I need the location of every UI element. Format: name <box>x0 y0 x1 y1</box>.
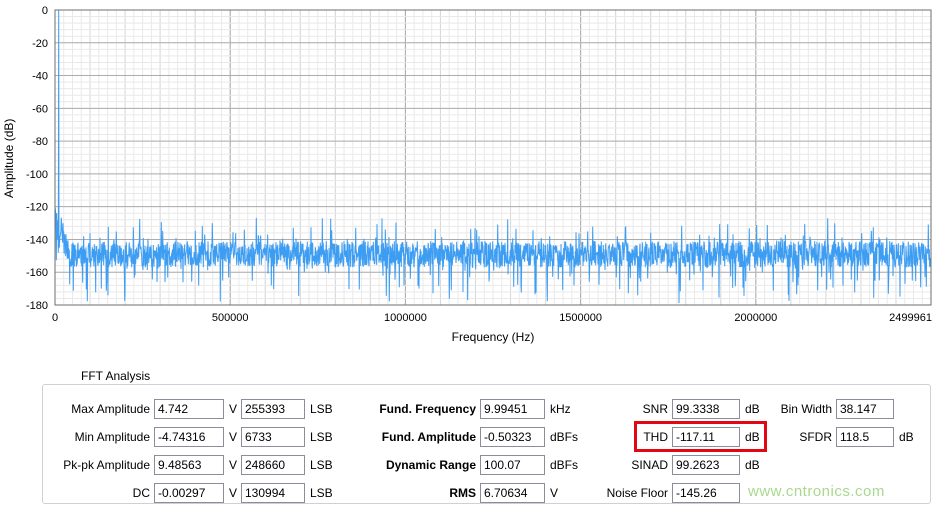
max-amplitude-lsb-field[interactable]: 255393 <box>241 399 305 419</box>
sfdr-unit: dB <box>899 430 914 444</box>
sinad-field[interactable]: 99.2623 <box>672 455 740 475</box>
min-amplitude-v-field[interactable]: -4.74316 <box>154 427 224 447</box>
noise-floor-field[interactable]: -145.26 <box>672 483 740 503</box>
bin-width-label: Bin Width <box>780 402 832 416</box>
sfdr-label: SFDR <box>799 430 832 444</box>
noise-floor-label: Noise Floor <box>606 486 668 500</box>
y-tick-label: -40 <box>32 71 48 83</box>
y-tick-label: -120 <box>26 202 48 214</box>
snr-label: SNR <box>642 402 668 416</box>
y-tick-label: -100 <box>26 169 48 181</box>
sinad-label: SINAD <box>631 458 668 472</box>
fft-analysis-title: FFT Analysis <box>76 369 156 383</box>
y-tick-label: -140 <box>26 234 48 246</box>
snr-field[interactable]: 99.3338 <box>672 399 740 419</box>
y-tick-label: 0 <box>42 5 48 17</box>
fft-analyzer-window: Amplitude (dB) 0 -20 -40 -60 -80 -100 -120 -140… <box>0 0 933 507</box>
pkpk-amplitude-v-unit: V <box>229 458 238 472</box>
x-tick-label: 2000000 <box>734 312 777 324</box>
sfdr-field[interactable]: 118.5 <box>836 427 894 447</box>
dc-lsb-field[interactable]: 130994 <box>241 483 305 503</box>
dynamic-range-label: Dynamic Range <box>385 458 476 472</box>
y-tick-label: -60 <box>32 103 48 115</box>
min-amplitude-label: Min Amplitude <box>74 430 150 444</box>
fund-frequency-field[interactable]: 9.99451 <box>480 399 545 419</box>
dc-v-field[interactable]: -0.00297 <box>154 483 224 503</box>
x-tick-label: 1500000 <box>559 312 602 324</box>
dynamic-range-field[interactable]: 100.07 <box>480 455 545 475</box>
max-amplitude-v-unit: V <box>229 402 238 416</box>
thd-label: THD <box>643 430 668 444</box>
x-tick-label: 2499961 <box>889 312 932 324</box>
max-amplitude-label: Max Amplitude <box>71 402 150 416</box>
y-tick-label: -20 <box>32 38 48 50</box>
max-amplitude-v-field[interactable]: 4.742 <box>154 399 224 419</box>
fund-amplitude-field[interactable]: -0.50323 <box>480 427 545 447</box>
thd-field[interactable]: -117.11 <box>672 427 740 447</box>
x-tick-label: 500000 <box>212 312 249 324</box>
watermark: www.cntronics.com <box>748 483 885 500</box>
x-axis-title: Frequency (Hz) <box>451 330 535 344</box>
fft-spectrum-chart: 0 -20 -40 -60 -80 -100 -120 -140 -160 -180 0 500000… <box>26 5 932 324</box>
sinad-unit: dB <box>745 458 760 472</box>
dc-v-unit: V <box>229 486 238 500</box>
bin-width-field[interactable]: 38.147 <box>836 399 894 419</box>
fund-frequency-label: Fund. Frequency <box>379 402 476 416</box>
pkpk-amplitude-v-field[interactable]: 9.48563 <box>154 455 224 475</box>
min-amplitude-v-unit: V <box>229 430 238 444</box>
y-tick-label: -160 <box>26 267 48 279</box>
fund-amplitude-label: Fund. Amplitude <box>381 430 476 444</box>
pkpk-amplitude-label: Pk-pk Amplitude <box>63 458 150 472</box>
rms-field[interactable]: 6.70634 <box>480 483 545 503</box>
x-tick-label: 0 <box>52 312 58 324</box>
dc-label: DC <box>132 486 150 500</box>
x-tick-label: 1000000 <box>384 312 427 324</box>
pkpk-amplitude-lsb-field[interactable]: 248660 <box>241 455 305 475</box>
min-amplitude-lsb-field[interactable]: 6733 <box>241 427 305 447</box>
rms-label: RMS <box>449 486 476 500</box>
y-tick-label: -180 <box>26 300 48 312</box>
y-tick-label: -80 <box>32 136 48 148</box>
